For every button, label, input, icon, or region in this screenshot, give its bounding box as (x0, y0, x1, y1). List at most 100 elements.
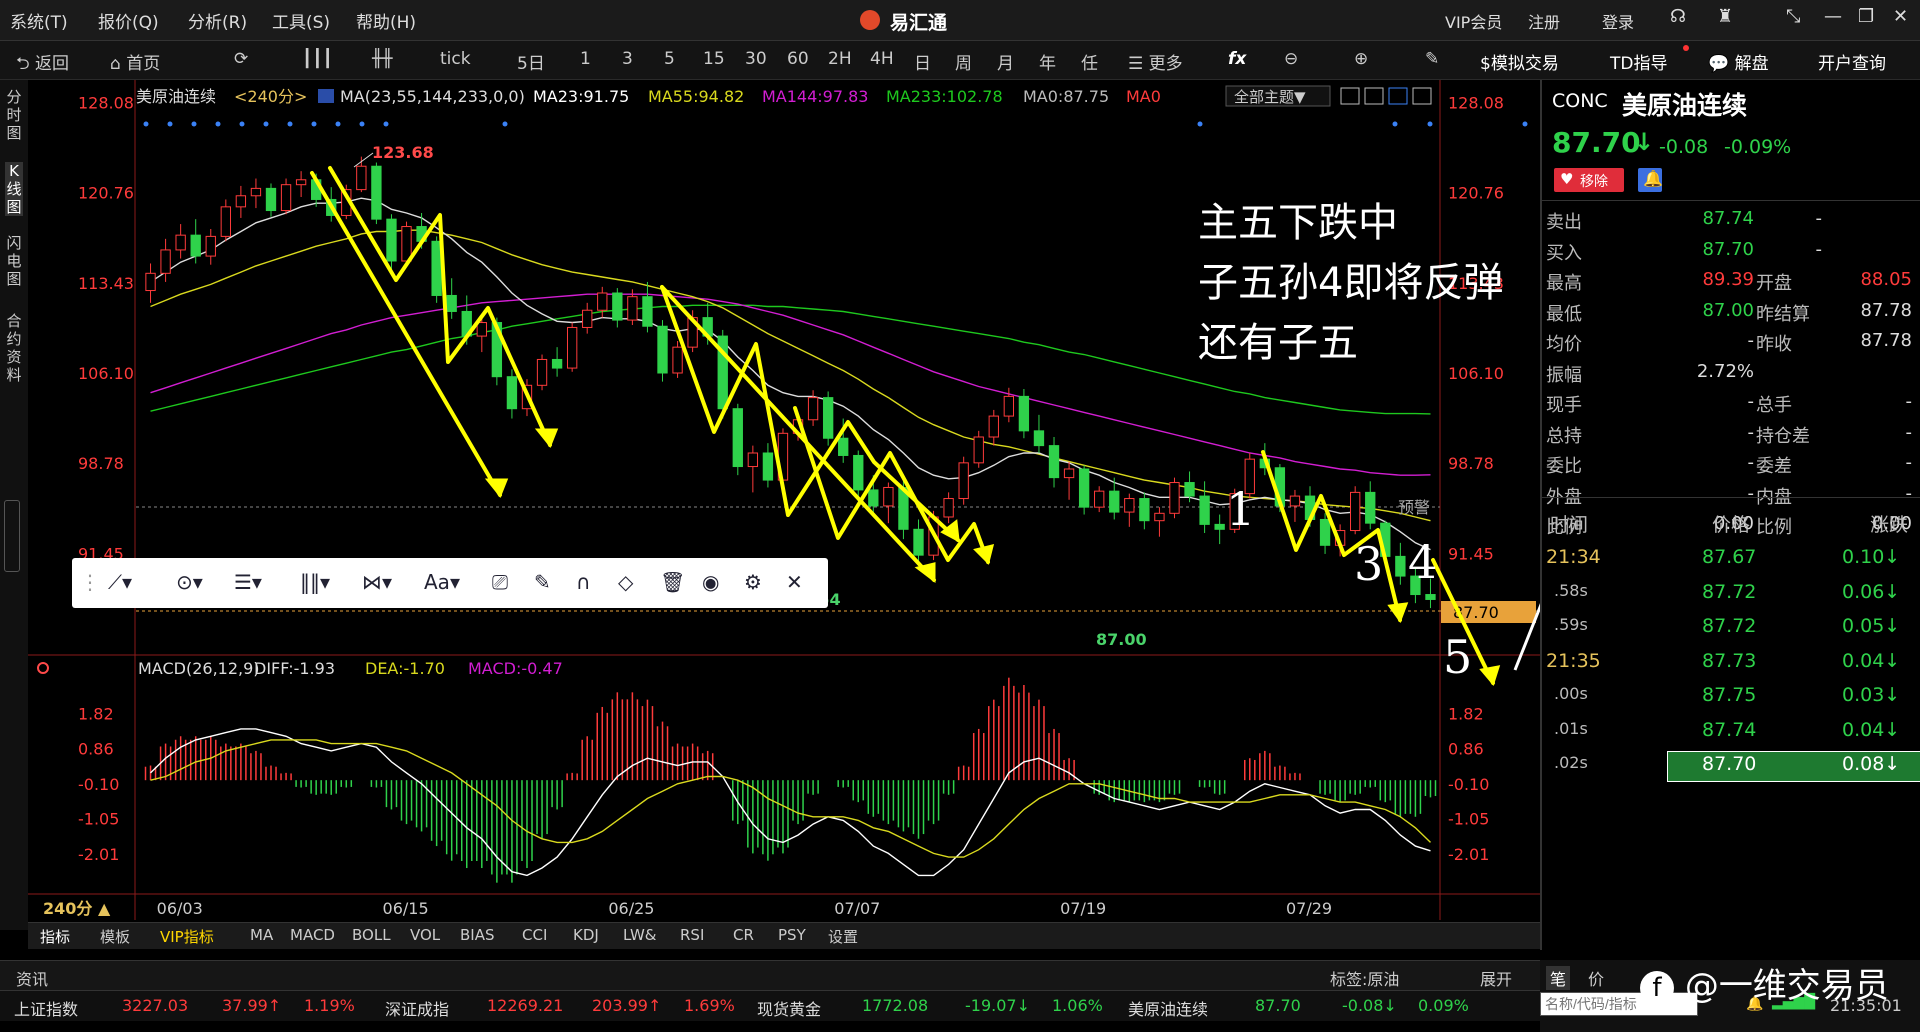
tab-boll[interactable]: BOLL (352, 926, 391, 944)
quote-row: 均价 - 昨收 87.78 (1542, 328, 1920, 356)
fibonacci-tool-icon[interactable]: ☰▾ (234, 570, 262, 594)
drag-handle-icon[interactable]: ⋮ (80, 570, 100, 594)
tab-timeshare[interactable]: 分时图 (5, 88, 23, 142)
eye-icon[interactable]: ◉ (702, 570, 719, 594)
zoom-in-icon[interactable]: ⊕ (1354, 49, 1368, 69)
candle-body (235, 195, 247, 208)
list-icon: ☰ (1128, 54, 1149, 74)
tab-settings[interactable]: 设置 (828, 926, 858, 947)
tab-cr[interactable]: CR (733, 926, 754, 944)
tab-kline[interactable]: K线图 (5, 162, 23, 216)
minimize-icon[interactable]: — (1824, 6, 1842, 27)
tab-template[interactable]: 模板 (100, 926, 130, 947)
parallel-lines-icon[interactable]: ‖‖▾ (300, 570, 330, 594)
period-2h[interactable]: 2H (828, 49, 852, 69)
tab-vip[interactable]: VIP指标 (160, 926, 214, 947)
period-4h[interactable]: 4H (870, 49, 894, 69)
brush-icon[interactable]: ✎ (534, 570, 551, 594)
ticker-name[interactable]: 深证成指 (385, 996, 449, 1020)
period-1[interactable]: 1 (580, 49, 591, 69)
line-tool-icon[interactable]: ⟋▾ (108, 570, 132, 594)
tab-vol[interactable]: VOL (410, 926, 440, 944)
menu-help[interactable]: 帮助(H) (356, 8, 416, 33)
period-selector[interactable]: 240分 ▲ (43, 899, 111, 918)
tab-lw[interactable]: LW& (623, 926, 657, 944)
tab-prices[interactable]: 价 (1588, 966, 1604, 990)
x-axis-tick: 07/19 (1060, 899, 1106, 918)
tab-flash[interactable]: 闪电图 (5, 234, 23, 288)
back-button[interactable]: ⮌ 返回 (16, 49, 69, 80)
close-icon[interactable]: ✕ (1893, 6, 1908, 27)
ruler-icon[interactable]: ⎚ (492, 570, 508, 594)
period-5[interactable]: 5 (664, 49, 675, 69)
remove-watchlist-button[interactable]: ♥ 移除 (1554, 168, 1624, 192)
tab-cci[interactable]: CCI (522, 926, 547, 944)
circle-tool-icon[interactable]: ⊙▾ (176, 570, 203, 594)
period-custom[interactable]: 任 (1081, 49, 1098, 74)
home-button[interactable]: ⌂ 首页 (110, 49, 160, 74)
tab-ticks[interactable]: 笔 (1546, 966, 1571, 990)
period-year[interactable]: 年 (1039, 49, 1056, 74)
signal-dot (335, 121, 341, 127)
menu-quote[interactable]: 报价(Q) (98, 8, 159, 33)
refresh-icon[interactable]: ⟳ (234, 49, 248, 69)
period-tick[interactable]: tick (440, 49, 471, 69)
trash-icon[interactable]: 🗑 (660, 570, 685, 594)
settings-gear-icon[interactable]: ⚙ (744, 570, 762, 594)
tab-psy[interactable]: PSY (778, 926, 806, 944)
tab-rsi[interactable]: RSI (680, 926, 704, 944)
tab-ma[interactable]: MA (250, 926, 273, 944)
period-30[interactable]: 30 (745, 49, 767, 69)
tab-macd[interactable]: MACD (290, 926, 335, 944)
text-tool-icon[interactable]: Aa▾ (424, 570, 460, 594)
pencil-icon[interactable]: ✎ (1425, 49, 1439, 69)
register-link[interactable]: 注册 (1528, 9, 1560, 33)
shirt-icon[interactable]: ♜ (1717, 6, 1733, 27)
quote-row-label-2: 比例 (1756, 517, 1792, 538)
tab-contract[interactable]: 合约资料 (5, 312, 23, 384)
period-day[interactable]: 日 (914, 49, 931, 74)
open-account-button[interactable]: 开户查询 (1818, 49, 1886, 74)
period-week[interactable]: 周 (955, 49, 972, 74)
tab-indicator[interactable]: 指标 (40, 926, 70, 947)
menu-tools[interactable]: 工具(S) (272, 8, 330, 33)
period-60[interactable]: 60 (787, 49, 809, 69)
ticker-name[interactable]: 美原油连续 (1128, 996, 1208, 1020)
bell-icon[interactable]: 🔔 (1638, 168, 1663, 192)
expand-button[interactable]: 展开 (1480, 966, 1512, 990)
login-link[interactable]: 登录 (1602, 9, 1634, 33)
magnet-icon[interactable]: ∩ (576, 570, 591, 594)
menu-system[interactable]: 系统(T) (10, 8, 68, 33)
eraser-icon[interactable]: ◇ (618, 570, 633, 594)
period-3[interactable]: 3 (622, 49, 633, 69)
trade-time: .58s (1554, 580, 1588, 600)
headset-icon[interactable]: ☊ (1670, 6, 1686, 27)
fx-button[interactable]: fx (1228, 49, 1246, 69)
quote-row: 振幅 2.72% (1542, 359, 1920, 387)
vip-link[interactable]: VIP会员 (1445, 9, 1502, 33)
menu-analysis[interactable]: 分析(R) (188, 8, 247, 33)
tab-bias[interactable]: BIAS (460, 926, 495, 944)
period-5day[interactable]: 5日 (517, 49, 545, 74)
bar-chart-icon[interactable]: ┃┃┃ (302, 49, 333, 69)
maximize-icon[interactable]: ❐ (1858, 6, 1874, 27)
left-scroll-handle[interactable] (4, 500, 20, 572)
close-toolbar-icon[interactable]: ✕ (786, 570, 803, 594)
tab-kdj[interactable]: KDJ (573, 926, 599, 944)
ma-settings-icon[interactable] (318, 89, 334, 103)
trade-change: 0.03↓ (1842, 684, 1901, 706)
more-button[interactable]: ☰ 更多 (1128, 49, 1183, 74)
pattern-tool-icon[interactable]: ⋈▾ (362, 570, 392, 594)
period-15[interactable]: 15 (703, 49, 725, 69)
news-label[interactable]: 资讯 (16, 966, 48, 990)
ticker-name[interactable]: 上证指数 (14, 996, 78, 1020)
zoom-out-icon[interactable]: ⊖ (1284, 49, 1298, 69)
sim-trade-button[interactable]: $模拟交易 (1480, 49, 1559, 74)
td-guide-button[interactable]: TD指导 (1610, 49, 1667, 74)
restore-arrows-icon[interactable]: ⤡ (1786, 6, 1800, 27)
period-month[interactable]: 月 (997, 49, 1014, 74)
ticker-name[interactable]: 现货黄金 (757, 996, 821, 1020)
candle-icon[interactable]: ╫╫ (372, 49, 392, 69)
macd-y-tick-left: -0.10 (78, 775, 119, 794)
unlock-button[interactable]: 💬 解盘 (1708, 49, 1769, 74)
